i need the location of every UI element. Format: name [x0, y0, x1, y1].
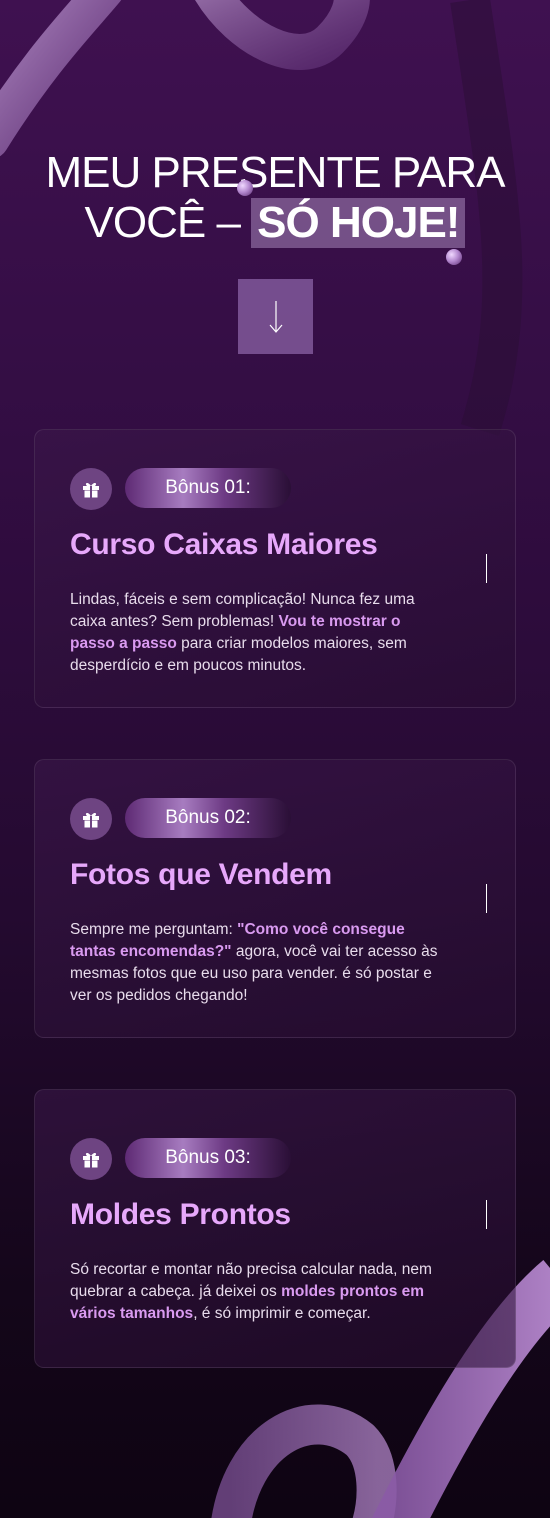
hero-title-line2: VOCÊ – SÓ HOJE!: [0, 198, 550, 248]
bonus-card-1: Bônus 01: Curso Caixas Maiores Lindas, f…: [34, 429, 516, 708]
decorative-bead-left: [237, 180, 253, 196]
arrow-down-icon: [269, 300, 282, 333]
hero-title-line1: MEU PRESENTE PARA: [45, 148, 506, 197]
hero-title-highlight: SÓ HOJE!: [251, 198, 466, 248]
gift-icon: [70, 1138, 112, 1180]
bonus-card-2: Bônus 02: Fotos que Vendem Sempre me per…: [34, 759, 516, 1038]
bonus-description: Lindas, fáceis e sem complicação! Nunca …: [70, 589, 440, 677]
bonus-label-badge: Bônus 03:: [125, 1138, 291, 1178]
scroll-down-button[interactable]: [238, 279, 313, 354]
bonus-description: Só recortar e montar não precisa calcula…: [70, 1259, 440, 1325]
bonus-label-badge: Bônus 02:: [125, 798, 291, 838]
bonus-card-3: Bônus 03: Moldes Prontos Só recortar e m…: [34, 1089, 516, 1368]
hero-title-prefix: VOCÊ –: [84, 198, 252, 247]
desc-text: , é só imprimir e começar.: [193, 1305, 371, 1322]
bonus-title: Moldes Prontos: [70, 1198, 291, 1231]
bonus-description: Sempre me perguntam: "Como você consegue…: [70, 919, 440, 1007]
text-cursor: [486, 554, 487, 583]
bonus-title: Fotos que Vendem: [70, 858, 332, 891]
desc-text: Sempre me perguntam:: [70, 921, 238, 938]
gift-icon: [70, 468, 112, 510]
hero-title: MEU PRESENTE PARA VOCÊ – SÓ HOJE!: [0, 148, 550, 248]
decorative-bead-right: [446, 249, 462, 265]
bonus-title: Curso Caixas Maiores: [70, 528, 378, 561]
gift-icon: [70, 798, 112, 840]
bonus-label-badge: Bônus 01:: [125, 468, 291, 508]
text-cursor: [486, 1200, 487, 1229]
text-cursor: [486, 884, 487, 913]
